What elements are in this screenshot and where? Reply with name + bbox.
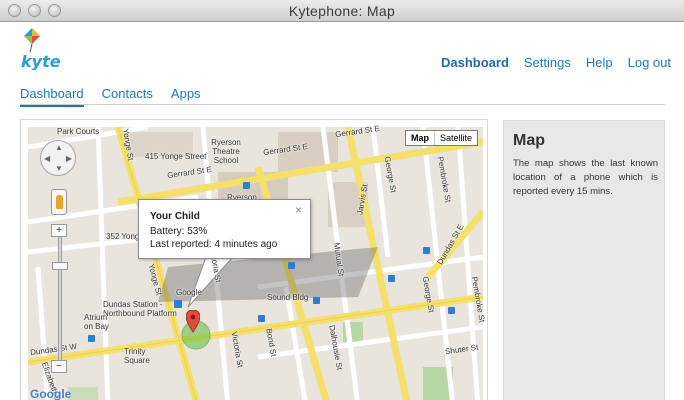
nav-logout[interactable]: Log out xyxy=(628,55,671,70)
google-logo[interactable]: Google xyxy=(30,387,71,400)
zoom-slider-thumb[interactable] xyxy=(52,262,68,270)
last-reported-time: Last reported: 4 minutes ago xyxy=(150,239,278,250)
map-canvas[interactable] xyxy=(28,127,483,400)
street-label: Atrium on Bay xyxy=(84,313,109,331)
pan-left-icon[interactable]: ◀ xyxy=(44,154,50,163)
close-icon[interactable]: × xyxy=(295,204,302,217)
map-type-satellite-button[interactable]: Satellite xyxy=(435,131,477,145)
map-type-control: Map Satellite xyxy=(405,130,479,146)
battery-status: Battery: 53% xyxy=(150,226,208,237)
sidebar-description: The map shows the last known location of… xyxy=(513,158,658,197)
top-navigation: Dashboard Settings Help Log out xyxy=(441,55,671,70)
pan-up-icon[interactable]: ▲ xyxy=(55,143,63,152)
sidebar-title: Map xyxy=(513,132,545,149)
street-label: Trinity Square xyxy=(124,347,150,365)
pan-right-icon[interactable]: ▶ xyxy=(66,154,72,163)
zoom-out-button[interactable]: − xyxy=(51,360,67,373)
pan-control[interactable]: ▲ ▼ ◀ ▶ xyxy=(40,140,76,176)
street-label: Google xyxy=(176,288,202,297)
zoom-in-button[interactable]: + xyxy=(51,224,67,237)
tabs-divider xyxy=(20,104,665,105)
nav-dashboard[interactable]: Dashboard xyxy=(441,55,509,70)
zoom-slider-track[interactable] xyxy=(58,236,62,368)
street-label: Sound Bldg xyxy=(267,293,309,302)
street-label: Ryerson Theatre School xyxy=(211,138,241,165)
child-location-popup: Your Child Battery: 53% Last reported: 4… xyxy=(138,199,311,259)
window-titlebar: Kytephone: Map xyxy=(0,0,684,22)
kite-icon: kyte xyxy=(21,28,61,71)
window-title: Kytephone: Map xyxy=(288,3,396,19)
info-sidebar: Map The map shows the last known locatio… xyxy=(503,120,665,400)
street-view-pegman-icon[interactable] xyxy=(51,189,67,215)
street-label: 415 Yonge Street xyxy=(145,152,207,161)
pan-down-icon[interactable]: ▼ xyxy=(55,164,63,173)
street-label: Park Courts xyxy=(57,127,100,136)
nav-help[interactable]: Help xyxy=(586,55,613,70)
popup-tail xyxy=(187,256,235,308)
kyte-logo[interactable]: kyte xyxy=(18,26,61,71)
location-pin-icon[interactable] xyxy=(186,310,200,334)
nav-settings[interactable]: Settings xyxy=(524,55,571,70)
logo-text: kyte xyxy=(21,52,60,70)
popup-title: Your Child xyxy=(150,211,200,222)
map-type-map-button[interactable]: Map xyxy=(406,131,435,145)
